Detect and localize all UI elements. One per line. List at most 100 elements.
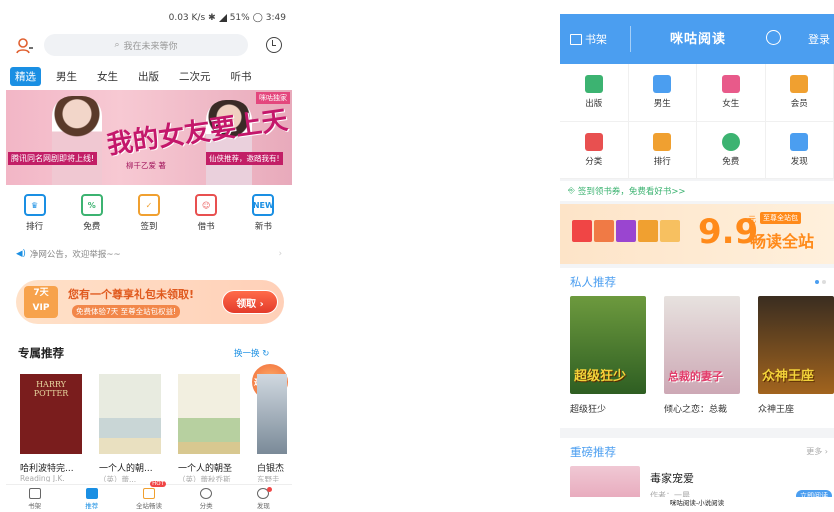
book-title: 众神王座: [758, 405, 795, 415]
book-item[interactable]: 一个人的朝圣 （英）蕾秋乔斯: [178, 374, 240, 482]
grid-free[interactable]: 免费: [697, 121, 766, 179]
tab-publish[interactable]: 出版: [133, 67, 164, 86]
search-icon: ⌕: [114, 40, 120, 50]
quick-rank[interactable]: ♛ 排行: [10, 194, 60, 232]
search-input[interactable]: ⌕ 我在未来等你: [44, 34, 248, 56]
category-tabs: 精选 男生 女生 出版 二次元 听书: [10, 67, 257, 86]
grid-category[interactable]: 分类: [560, 121, 629, 179]
book-item[interactable]: 一个人的朝... （英）蕾...: [99, 374, 161, 482]
category-grid: 出版 男生 女生 会员 分类 排行 免费 发现: [560, 64, 834, 179]
banner-subtitle-1: 腾讯同名网剧即将上线!: [8, 152, 98, 165]
banner-label: 畅读全站: [750, 232, 815, 251]
rank-icon: [653, 132, 672, 151]
book-list: 超级狂少 超级狂少 总裁的妻子 倾心之恋：总裁 众神王座 众神王座: [570, 296, 834, 415]
right-screen: 书架 咪咕阅读 登录 出版 男生 女生 会员 分类 排行 免费 发现 ⎆ 签到领…: [560, 14, 834, 512]
banner-tag: 至尊全站包: [760, 212, 801, 224]
vip-member-icon: [790, 75, 809, 94]
book-cover: 超级狂少: [570, 296, 646, 394]
tab-female[interactable]: 女生: [92, 67, 123, 86]
nav-bookshelf[interactable]: 书架: [10, 485, 60, 512]
bluetooth-icon: ✱: [208, 13, 216, 23]
grid-label: 发现: [790, 156, 808, 167]
book-author: Reading J.K.: [20, 474, 65, 482]
book-author: （英）蕾秋乔斯: [178, 475, 231, 482]
book-title[interactable]: 毒家宠爱: [650, 470, 694, 486]
free-icon: %: [80, 194, 103, 216]
more-link[interactable]: 更多 ›: [806, 446, 828, 457]
grid-label: 会员: [790, 99, 808, 110]
nav-recommend[interactable]: 推荐: [67, 485, 117, 512]
grid-rank[interactable]: 排行: [628, 121, 697, 179]
tab-acg[interactable]: 二次元: [174, 67, 216, 86]
private-recommend-section: 私人推荐 超级狂少 超级狂少 总裁的妻子 倾心之恋：总裁 众神王座 众神王座: [560, 268, 834, 428]
nav-category[interactable]: 分类: [181, 485, 231, 512]
top-bar: ⌕ 我在未来等你: [6, 34, 292, 58]
vip-gift-banner[interactable]: 7天 VIP 您有一个尊享礼包未领取! 免费体验7天 至尊全站包权益! 领取 ›: [16, 280, 284, 324]
bookshelf-label: 书架: [585, 33, 607, 46]
section-title: 私人推荐: [570, 275, 616, 289]
book-title: 倾心之恋：总裁: [664, 405, 728, 415]
quick-free[interactable]: % 免费: [67, 194, 117, 232]
vip-badge: 7天 VIP: [24, 286, 58, 318]
publish-icon: [584, 75, 603, 94]
checkin-promo[interactable]: ⎆ 签到领书券，免费看好书>>: [560, 181, 834, 201]
book-title: 哈利波特完...: [20, 464, 74, 474]
promo-banner[interactable]: 我的女友要上天 咪咕独家 腾讯同名网剧即将上线! 柳千乙爱 著 仙侠推荐，邀踏我…: [6, 90, 292, 185]
book-item[interactable]: 超级狂少 超级狂少: [570, 296, 648, 415]
grid-discover[interactable]: 发现: [765, 121, 834, 179]
grid-male[interactable]: 男生: [628, 64, 697, 122]
grid-publish[interactable]: 出版: [560, 64, 629, 122]
search-icon[interactable]: [766, 30, 781, 45]
book-item[interactable]: 众神王座 众神王座: [758, 296, 834, 415]
tab-audiobook[interactable]: 听书: [226, 67, 257, 86]
left-screen: 0.03 K/s ✱ 51% ◯ 3:49 ⌕ 我在未来等你 精选 男生 女生 …: [6, 0, 292, 512]
app-logo: 咪咕阅读: [670, 32, 727, 47]
tab-male[interactable]: 男生: [51, 67, 82, 86]
banner-icon: [660, 220, 680, 242]
book-item[interactable]: 白银杰 东野圭: [257, 374, 287, 482]
nav-vip-read-label: 全站畅读: [135, 502, 162, 510]
grid-vip[interactable]: 会员: [765, 64, 834, 122]
refresh-button[interactable]: 换一换 ↻: [234, 347, 269, 359]
bookshelf-icon: [570, 33, 582, 45]
book-cover: [178, 374, 240, 454]
bookshelf-icon: [28, 488, 41, 499]
vip-message: 您有一个尊享礼包未领取!: [68, 288, 195, 301]
quick-borrow[interactable]: ☺ 借书: [181, 194, 231, 232]
nav-vip-read[interactable]: HOT 全站畅读: [124, 481, 174, 512]
grid-female[interactable]: 女生: [697, 64, 766, 122]
nav-discover-label: 发现: [256, 502, 270, 510]
banner-icons: [572, 220, 680, 242]
vip-badge-days: 7天: [33, 288, 49, 298]
claim-button[interactable]: 领取 ›: [222, 290, 278, 314]
status-bar: 0.03 K/s ✱ 51% ◯ 3:49: [169, 13, 286, 23]
banner-tag: 咪咕独家: [256, 92, 290, 104]
book-item[interactable]: HARRY POTTER 哈利波特完... Reading J.K.: [20, 374, 82, 482]
history-icon[interactable]: [266, 37, 282, 53]
nav-discover[interactable]: 发现: [238, 485, 288, 512]
notice-text: 净网公告，欢迎举报~~: [29, 250, 121, 260]
tab-featured[interactable]: 精选: [10, 67, 41, 86]
discover-icon: [790, 132, 809, 151]
search-placeholder: 我在未来等你: [123, 41, 178, 52]
bookshelf-button[interactable]: 书架: [570, 31, 607, 47]
quick-borrow-label: 借书: [197, 222, 215, 232]
female-icon: [721, 75, 740, 94]
grid-label: 分类: [585, 156, 603, 167]
login-button[interactable]: 登录: [808, 31, 830, 47]
notification-dot: [267, 487, 273, 492]
book-title: 超级狂少: [570, 405, 607, 415]
quick-checkin[interactable]: ✓ 签到: [124, 194, 174, 232]
app-caption: 咪咕阅读-小说阅读: [560, 497, 834, 509]
cover-title: 超级狂少: [574, 369, 627, 384]
male-icon: [653, 75, 672, 94]
checkin-icon: ✓: [137, 194, 160, 216]
book-item[interactable]: 总裁的妻子 倾心之恋：总裁: [664, 296, 742, 415]
quick-new[interactable]: NEW 新书: [238, 194, 288, 232]
quick-new-label: 新书: [254, 222, 272, 232]
notice-bar[interactable]: ◀) 净网公告，欢迎举报~~ ›: [16, 248, 282, 260]
vip-price-banner[interactable]: 9.9 元 至尊全站包 畅读全站: [560, 204, 834, 264]
vip-read-icon: [142, 488, 155, 499]
nav-category-label: 分类: [199, 502, 213, 510]
user-icon[interactable]: [16, 37, 34, 55]
